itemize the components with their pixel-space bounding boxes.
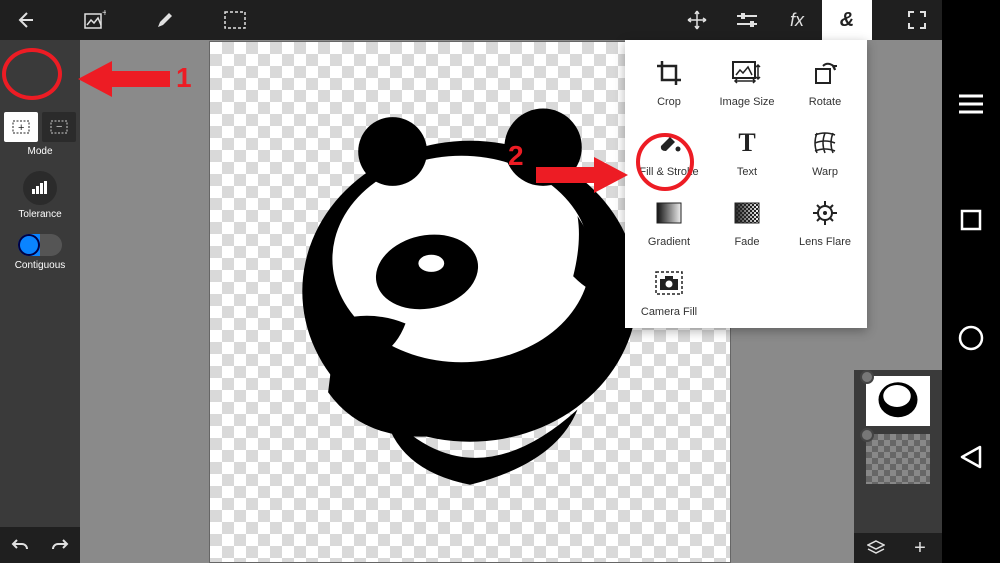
- layers-panel: +: [854, 370, 942, 563]
- adjust-button[interactable]: [722, 0, 772, 40]
- add-image-button[interactable]: +: [70, 0, 120, 40]
- svg-text:+: +: [102, 10, 106, 19]
- svg-text:+: +: [18, 122, 24, 134]
- system-home-button[interactable]: [958, 325, 984, 351]
- menu-item-crop[interactable]: Crop: [631, 56, 707, 108]
- tool-options-sidebar: + − Mode Tolerance Contiguous: [0, 40, 80, 563]
- menu-item-rotate[interactable]: Rotate: [787, 56, 863, 108]
- fullscreen-button[interactable]: [892, 0, 942, 40]
- menu-item-fill-stroke[interactable]: Fill & Stroke: [631, 126, 707, 178]
- menu-item-fade[interactable]: Fade: [709, 196, 785, 248]
- system-menu-button[interactable]: [958, 94, 984, 114]
- layer-thumb-background[interactable]: [866, 434, 930, 484]
- back-button[interactable]: [0, 0, 50, 40]
- image-size-icon: [730, 56, 764, 90]
- system-recent-button[interactable]: [960, 445, 982, 469]
- image-tools-menu: Crop Image Size Rotate Fill & Stroke T T…: [625, 40, 867, 328]
- menu-item-gradient[interactable]: Gradient: [631, 196, 707, 248]
- layer-visibility-dot[interactable]: [860, 370, 874, 384]
- text-icon: T: [730, 126, 764, 160]
- layer-visibility-dot[interactable]: [860, 428, 874, 442]
- system-nav-bar: [942, 0, 1000, 563]
- layer-thumb-1[interactable]: [866, 376, 930, 426]
- svg-text:−: −: [56, 121, 62, 133]
- canvas-artwork: [255, 87, 685, 517]
- tolerance-button[interactable]: [23, 171, 57, 205]
- move-tool-button[interactable]: [672, 0, 722, 40]
- undo-redo-bar: [0, 527, 80, 563]
- fade-icon: [730, 196, 764, 230]
- menu-item-image-size[interactable]: Image Size: [709, 56, 785, 108]
- redo-button[interactable]: [40, 527, 80, 563]
- contiguous-label: Contiguous: [0, 260, 80, 271]
- contiguous-toggle[interactable]: [18, 234, 62, 256]
- undo-button[interactable]: [0, 527, 40, 563]
- rotate-icon: [808, 56, 842, 90]
- draw-button[interactable]: [140, 0, 190, 40]
- warp-icon: [808, 126, 842, 160]
- camera-fill-icon: [652, 266, 686, 300]
- menu-item-text[interactable]: T Text: [709, 126, 785, 178]
- gradient-icon: [652, 196, 686, 230]
- menu-item-camera-fill[interactable]: Camera Fill: [631, 266, 707, 318]
- mode-label: Mode: [0, 146, 80, 157]
- system-back-button[interactable]: [959, 208, 983, 232]
- crop-icon: [652, 56, 686, 90]
- tolerance-label: Tolerance: [0, 209, 80, 220]
- add-layer-button[interactable]: +: [898, 533, 942, 563]
- lens-flare-icon: [808, 196, 842, 230]
- layers-button[interactable]: [854, 533, 898, 563]
- image-menu-button[interactable]: &: [822, 0, 872, 40]
- mode-tabs: + −: [0, 112, 80, 142]
- mode-subtract[interactable]: −: [42, 112, 76, 142]
- menu-item-warp[interactable]: Warp: [787, 126, 863, 178]
- mode-add[interactable]: +: [4, 112, 38, 142]
- fx-button[interactable]: fx: [772, 0, 822, 40]
- marquee-button[interactable]: [210, 0, 260, 40]
- fill-stroke-icon: [652, 126, 686, 160]
- top-toolbar: + fx &: [0, 0, 942, 40]
- menu-item-lens-flare[interactable]: Lens Flare: [787, 196, 863, 248]
